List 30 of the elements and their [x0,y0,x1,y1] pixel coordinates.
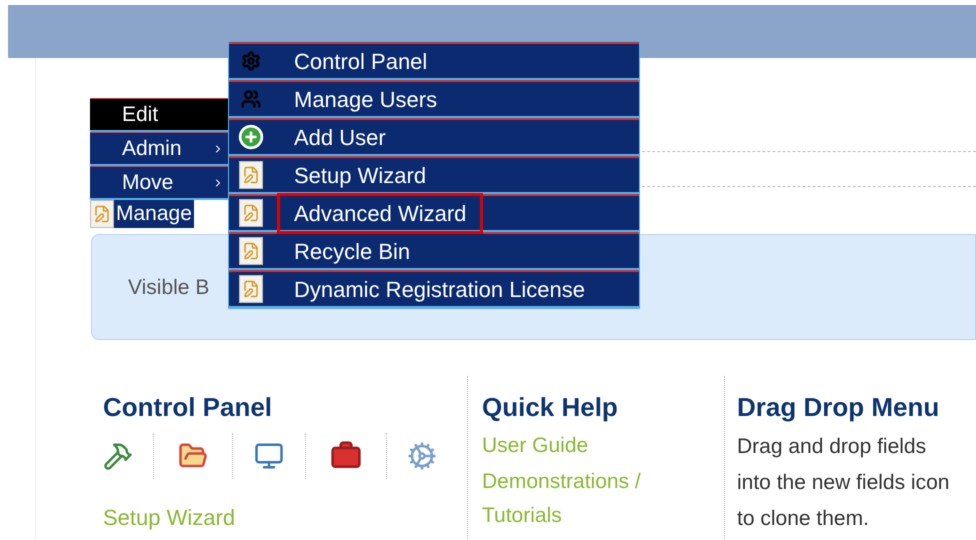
description-text: Drag and drop fields into the new fields icon to clone them. [737,434,950,532]
pencil-page-icon [239,161,263,189]
item-label: Dynamic Registration License [293,276,586,304]
pencil-page-icon [239,237,263,265]
visibility-label: Visible B [128,275,210,302]
menu-item[interactable]: Manage [90,200,194,228]
users-icon [241,89,261,109]
submenu-item[interactable]: Add User [229,118,639,154]
section-heading: Control Panel [103,391,274,424]
item-label: Advanced Wizard [277,192,484,234]
menu-item[interactable]: Edit [90,98,228,132]
add-icon [238,124,264,150]
item-label: Control Panel [293,48,428,76]
section-heading: Drag Drop Menu [737,391,940,424]
pencil-page-icon [90,200,114,228]
monitor-icon[interactable] [253,441,285,471]
item-label: Setup Wizard [293,162,428,190]
pencil-page-icon [239,199,263,227]
submenu-item[interactable]: Control Panel [229,42,639,78]
submenu-item[interactable]: Manage Users [229,80,639,116]
item-label: Manage Users [293,86,438,114]
item-label: Add User [293,124,387,152]
submenu-item[interactable]: Setup Wizard [229,156,639,192]
menu-item[interactable]: Admin [90,132,228,166]
item-label: Recycle Bin [293,238,412,266]
pencil-page-icon [239,275,263,303]
section-heading: Quick Help [482,391,619,424]
submenu-item[interactable]: Recycle Bin [229,232,639,268]
menu-item[interactable]: Move [90,166,228,200]
submenu-item[interactable]: Dynamic Registration License [229,270,639,306]
